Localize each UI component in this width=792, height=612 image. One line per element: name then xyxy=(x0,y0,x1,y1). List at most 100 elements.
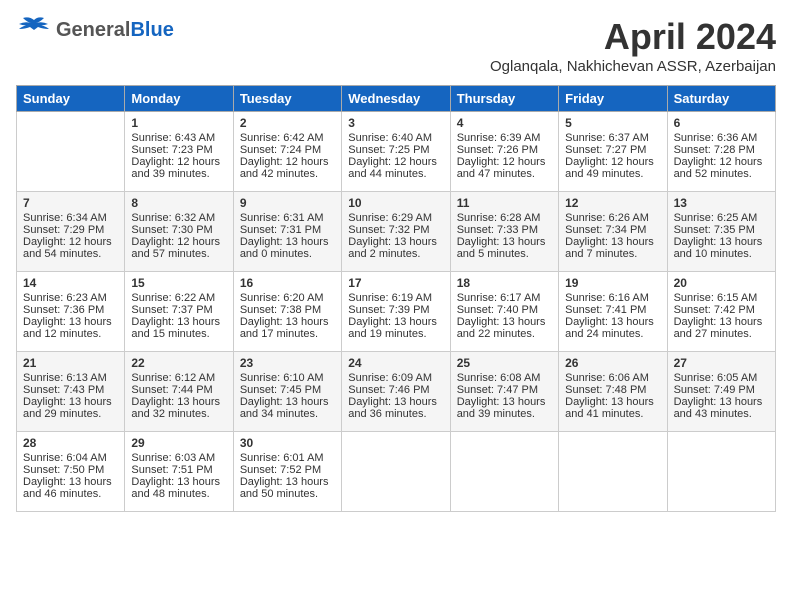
calendar-cell: 25Sunrise: 6:08 AMSunset: 7:47 PMDayligh… xyxy=(450,352,558,432)
calendar-cell: 30Sunrise: 6:01 AMSunset: 7:52 PMDayligh… xyxy=(233,432,341,512)
week-row-3: 21Sunrise: 6:13 AMSunset: 7:43 PMDayligh… xyxy=(17,352,776,432)
day-info-line: Sunrise: 6:13 AM xyxy=(23,372,118,384)
day-header-thursday: Thursday xyxy=(450,86,558,112)
day-number: 11 xyxy=(457,196,552,210)
day-info-line: and 39 minutes. xyxy=(131,168,226,180)
day-info-line: Sunrise: 6:17 AM xyxy=(457,292,552,304)
calendar-cell: 13 Sunrise: 6:25 AMSunset: 7:35 PMDayligh… xyxy=(667,192,775,272)
day-info-line: Sunset: 7:41 PM xyxy=(565,304,660,316)
day-number: 4 xyxy=(457,116,552,130)
day-info-line: Daylight: 12 hours xyxy=(674,156,769,168)
logo-blue-text: Blue xyxy=(130,19,173,41)
day-number: 21 xyxy=(23,356,118,370)
calendar-cell: 29Sunrise: 6:03 AMSunset: 7:51 PMDayligh… xyxy=(125,432,233,512)
day-number: 26 xyxy=(565,356,660,370)
day-info-line: Sunset: 7:34 PM xyxy=(565,224,660,236)
day-info-line: Daylight: 13 hours xyxy=(240,476,335,488)
day-info-line: and 48 minutes. xyxy=(131,488,226,500)
calendar-cell: 17Sunrise: 6:19 AMSunset: 7:39 PMDayligh… xyxy=(342,272,450,352)
calendar-cell: 27Sunrise: 6:05 AMSunset: 7:49 PMDayligh… xyxy=(667,352,775,432)
day-header-wednesday: Wednesday xyxy=(342,86,450,112)
day-info-line: Sunset: 7:38 PM xyxy=(240,304,335,316)
day-info-line: and 29 minutes. xyxy=(23,408,118,420)
calendar-cell: 8Sunrise: 6:32 AMSunset: 7:30 PMDaylight… xyxy=(125,192,233,272)
day-info-line: Sunrise: 6:10 AM xyxy=(240,372,335,384)
calendar-cell xyxy=(17,112,125,192)
day-info-line: Daylight: 13 hours xyxy=(674,396,769,408)
calendar-cell: 16Sunrise: 6:20 AMSunset: 7:38 PMDayligh… xyxy=(233,272,341,352)
day-info-line: Sunrise: 6:05 AM xyxy=(674,372,769,384)
day-info-line: Daylight: 13 hours xyxy=(23,396,118,408)
calendar-cell: 3Sunrise: 6:40 AMSunset: 7:25 PMDaylight… xyxy=(342,112,450,192)
calendar-cell: 22Sunrise: 6:12 AMSunset: 7:44 PMDayligh… xyxy=(125,352,233,432)
day-info-line: and 52 minutes. xyxy=(674,168,769,180)
day-number: 24 xyxy=(348,356,443,370)
day-info-line: Sunset: 7:45 PM xyxy=(240,384,335,396)
logo: GeneralBlue xyxy=(16,16,174,44)
day-info-line: Daylight: 12 hours xyxy=(240,156,335,168)
calendar-body: 1Sunrise: 6:43 AMSunset: 7:23 PMDaylight… xyxy=(17,112,776,512)
day-info-line: Sunrise: 6:25 AM xyxy=(674,212,769,224)
day-info-line: Daylight: 13 hours xyxy=(348,396,443,408)
day-number: 29 xyxy=(131,436,226,450)
day-info-line: and 50 minutes. xyxy=(240,488,335,500)
calendar-cell: 20Sunrise: 6:15 AMSunset: 7:42 PMDayligh… xyxy=(667,272,775,352)
day-info-line: and 19 minutes. xyxy=(348,328,443,340)
day-info-line: Sunset: 7:43 PM xyxy=(23,384,118,396)
calendar-cell xyxy=(450,432,558,512)
day-info-line: Sunset: 7:33 PM xyxy=(457,224,552,236)
day-info-line: and 32 minutes. xyxy=(131,408,226,420)
day-info-line: and 2 minutes. xyxy=(348,248,443,260)
day-number: 8 xyxy=(131,196,226,210)
day-info-line: Daylight: 13 hours xyxy=(565,396,660,408)
calendar-cell: 2Sunrise: 6:42 AMSunset: 7:24 PMDaylight… xyxy=(233,112,341,192)
day-info-line: Sunrise: 6:39 AM xyxy=(457,132,552,144)
location-text: Oglanqala, Nakhichevan ASSR, Azerbaijan xyxy=(490,58,776,75)
calendar-cell xyxy=(667,432,775,512)
day-info-line: Sunrise: 6:29 AM xyxy=(348,212,443,224)
calendar-cell: 26Sunrise: 6:06 AMSunset: 7:48 PMDayligh… xyxy=(559,352,667,432)
day-info-line: Sunrise: 6:40 AM xyxy=(348,132,443,144)
calendar-cell: 14Sunrise: 6:23 AMSunset: 7:36 PMDayligh… xyxy=(17,272,125,352)
week-row-4: 28Sunrise: 6:04 AMSunset: 7:50 PMDayligh… xyxy=(17,432,776,512)
calendar-cell: 19Sunrise: 6:16 AMSunset: 7:41 PMDayligh… xyxy=(559,272,667,352)
day-info-line: Sunset: 7:28 PM xyxy=(674,144,769,156)
day-info-line: and 54 minutes. xyxy=(23,248,118,260)
day-info-line: and 7 minutes. xyxy=(565,248,660,260)
day-info-line: Sunrise: 6:28 AM xyxy=(457,212,552,224)
day-header-sunday: Sunday xyxy=(17,86,125,112)
day-info-line: Daylight: 13 hours xyxy=(240,316,335,328)
day-info-line: Daylight: 13 hours xyxy=(674,316,769,328)
day-info-line: Sunset: 7:35 PM xyxy=(674,224,769,236)
day-number: 17 xyxy=(348,276,443,290)
day-info-line: and 10 minutes. xyxy=(674,248,769,260)
calendar-cell: 4Sunrise: 6:39 AMSunset: 7:26 PMDaylight… xyxy=(450,112,558,192)
month-title: April 2024 xyxy=(490,16,776,58)
calendar-cell: 5Sunrise: 6:37 AMSunset: 7:27 PMDaylight… xyxy=(559,112,667,192)
day-info-line: and 27 minutes. xyxy=(674,328,769,340)
day-number: 13 xyxy=(674,196,769,210)
day-info-line: Sunset: 7:25 PM xyxy=(348,144,443,156)
day-info-line: Daylight: 12 hours xyxy=(23,236,118,248)
day-info-line: and 5 minutes. xyxy=(457,248,552,260)
day-number: 22 xyxy=(131,356,226,370)
day-header-friday: Friday xyxy=(559,86,667,112)
day-info-line: Sunset: 7:48 PM xyxy=(565,384,660,396)
day-info-line: Daylight: 13 hours xyxy=(674,236,769,248)
day-info-line: Sunset: 7:39 PM xyxy=(348,304,443,316)
day-info-line: Sunrise: 6:32 AM xyxy=(131,212,226,224)
day-number: 30 xyxy=(240,436,335,450)
page-header: GeneralBlue April 2024 Oglanqala, Nakhic… xyxy=(16,16,776,75)
day-info-line: Daylight: 13 hours xyxy=(23,476,118,488)
day-number: 9 xyxy=(240,196,335,210)
day-info-line: Sunrise: 6:37 AM xyxy=(565,132,660,144)
day-info-line: and 36 minutes. xyxy=(348,408,443,420)
day-info-line: Sunrise: 6:22 AM xyxy=(131,292,226,304)
day-info-line: Sunset: 7:23 PM xyxy=(131,144,226,156)
title-block: April 2024 Oglanqala, Nakhichevan ASSR, … xyxy=(490,16,776,75)
day-info-line: and 17 minutes. xyxy=(240,328,335,340)
day-info-line: and 57 minutes. xyxy=(131,248,226,260)
day-info-line: and 0 minutes. xyxy=(240,248,335,260)
day-info-line: Sunset: 7:46 PM xyxy=(348,384,443,396)
day-number: 28 xyxy=(23,436,118,450)
